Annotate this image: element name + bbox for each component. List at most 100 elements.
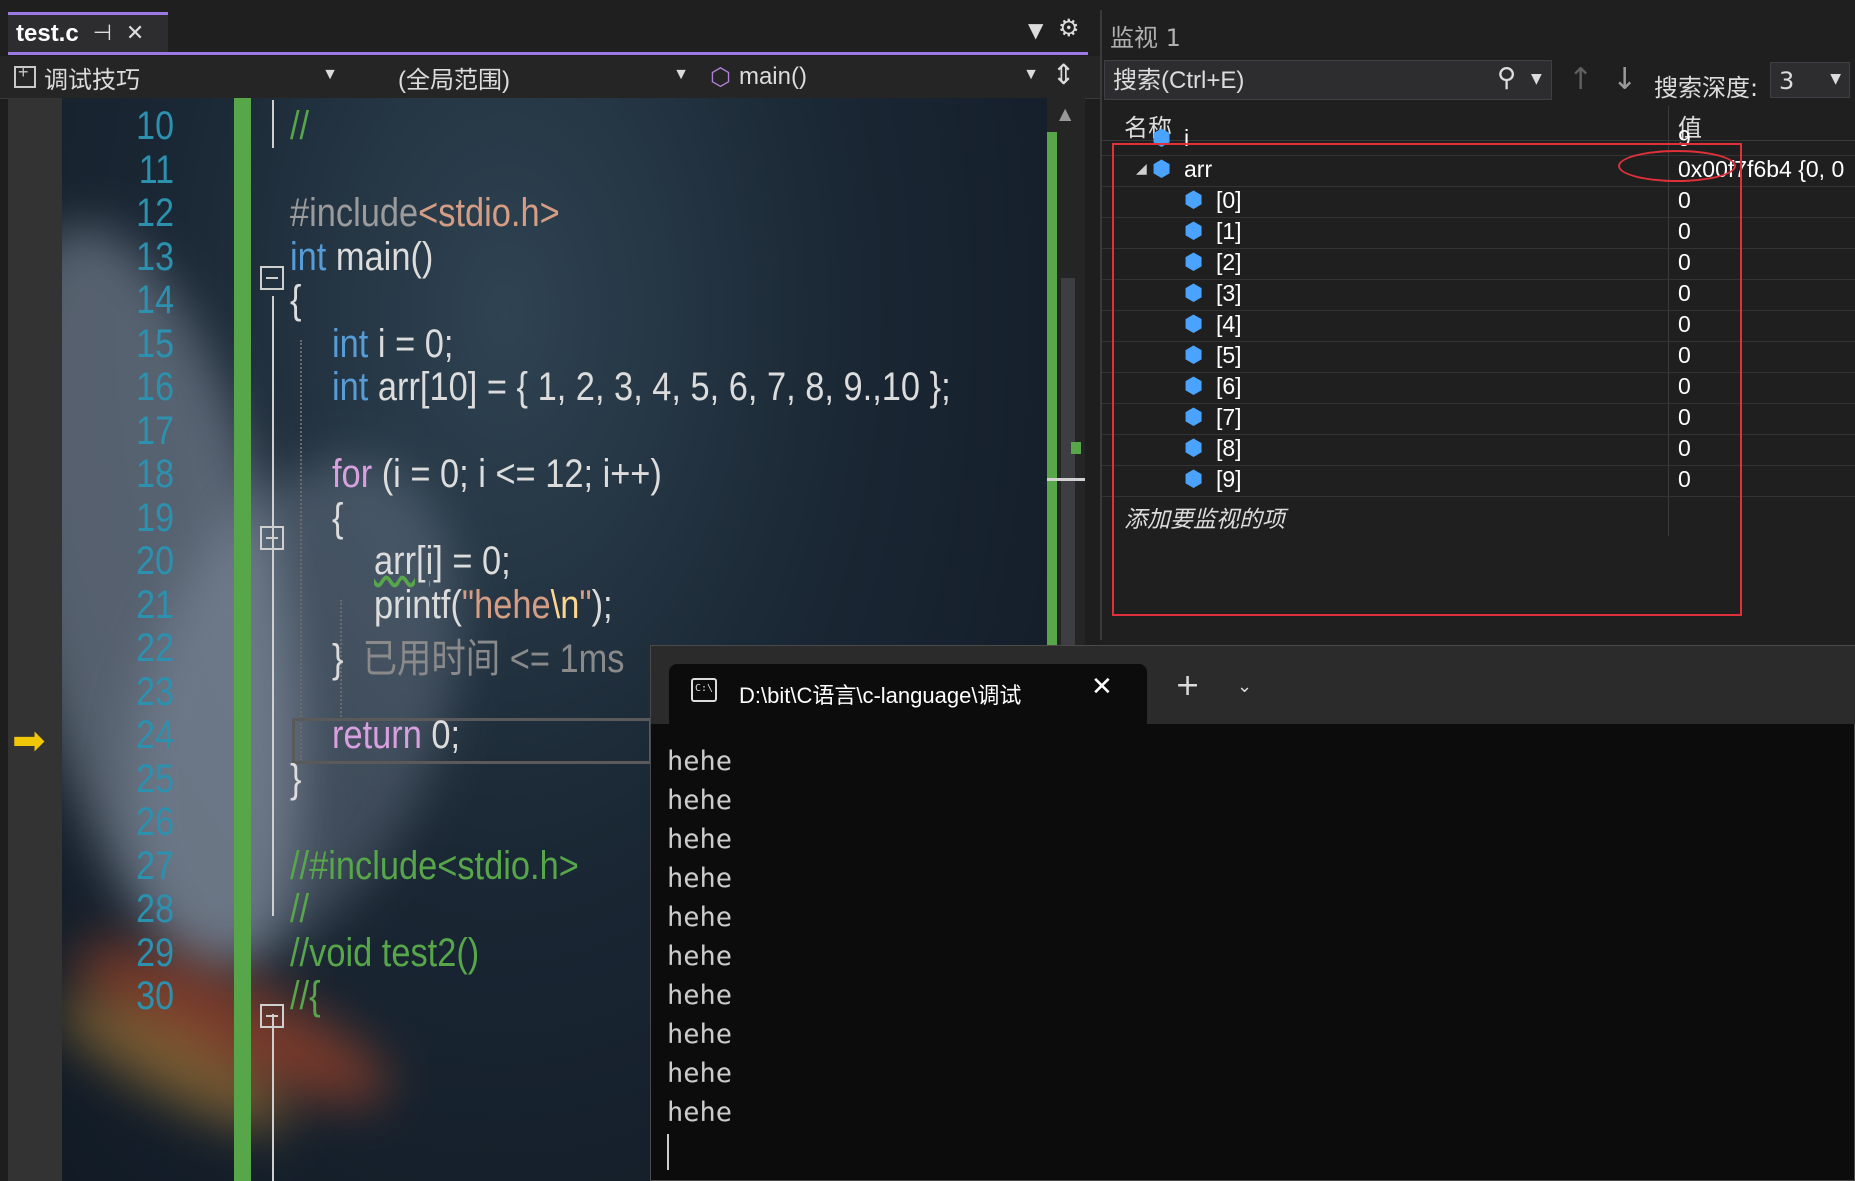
preprocessor: #include <box>290 191 419 235</box>
new-tab-plus-icon[interactable]: + <box>1175 668 1200 703</box>
code-line-16[interactable]: int arr[10] = { 1, 2, 3, 4, 5, 6, 7, 8, … <box>332 365 951 410</box>
search-depth-value: 3 <box>1779 67 1795 95</box>
terminal-line: hehe <box>667 746 733 777</box>
split-editor-icon[interactable]: ⇕ <box>1052 58 1075 91</box>
code-line-20[interactable]: arr[i] = 0; <box>374 539 511 584</box>
code-line-30[interactable]: //{ <box>290 974 321 1019</box>
collapse-main-icon[interactable] <box>260 266 284 290</box>
project-label: 调试技巧 <box>44 66 140 94</box>
code-text: 0; <box>421 713 461 757</box>
keyword: return <box>332 713 422 757</box>
line-number: 27 <box>136 844 174 888</box>
line-number: 22 <box>136 626 174 670</box>
terminal-output[interactable]: hehe hehe hehe hehe hehe hehe hehe hehe … <box>667 742 732 1170</box>
keyword: for <box>332 452 373 496</box>
terminal-titlebar[interactable]: C:\ D:\bit\C语言\c-language\调试 ✕ + ⌄ <box>651 646 1855 724</box>
code-line-18[interactable]: for (i = 0; i <= 12; i++) <box>332 452 662 497</box>
project-dropdown[interactable]: 调试技巧 ▼ <box>14 60 344 94</box>
terminal-line: hehe <box>667 1019 733 1050</box>
pin-icon[interactable]: ⊣ <box>93 21 112 46</box>
header-name: <stdio.h> <box>418 191 560 235</box>
elapsed-time-hint: 已用时间 <= 1ms <box>362 637 625 681</box>
scroll-up-icon[interactable]: ▲ <box>1059 104 1071 123</box>
line-number: 26 <box>136 800 174 844</box>
terminal-line: hehe <box>667 785 733 816</box>
code-line-24[interactable]: return 0; <box>332 713 460 758</box>
line-numbers: 10 11 12 13 14 15 16 17 18 19 20 21 22 2… <box>62 98 182 1181</box>
editor-tab-bar: test.c ⊣ ✕ ▼ ⚙ <box>0 0 1100 54</box>
code-text: ); <box>591 583 613 627</box>
terminal-tab-title: D:\bit\C语言\c-language\调试 <box>739 683 1022 708</box>
code-line-25[interactable]: } <box>290 757 301 802</box>
watch-title[interactable]: 监视 1 <box>1110 18 1181 53</box>
line-number: 19 <box>136 496 174 540</box>
line-number: 23 <box>136 670 174 714</box>
terminal-cursor <box>667 1134 669 1170</box>
scope-dropdown[interactable]: (全局范围) ▼ <box>360 60 695 94</box>
function-label: main() <box>738 63 807 90</box>
tab-label: test.c <box>16 19 79 47</box>
watch-search-input[interactable] <box>1111 63 1465 99</box>
string-literal: "hehe <box>461 583 551 627</box>
terminal-line: hehe <box>667 980 733 1011</box>
escape-sequence: \n <box>550 583 580 627</box>
outline-bracket <box>272 296 274 916</box>
terminal-line: hehe <box>667 1097 733 1128</box>
close-icon[interactable]: ✕ <box>1091 672 1113 702</box>
current-statement-arrow-icon[interactable]: ➡ <box>12 718 46 764</box>
gear-icon[interactable]: ⚙ <box>1058 14 1080 42</box>
collapse-comment-icon[interactable] <box>260 1004 284 1028</box>
line-number: 10 <box>136 104 174 148</box>
glyph-margin[interactable] <box>8 98 62 1181</box>
line-number: 13 <box>136 235 174 279</box>
string-literal: " <box>579 583 592 627</box>
function-dropdown[interactable]: ⬡ main() ▼ <box>710 60 1045 94</box>
chevron-down-icon: ▼ <box>322 66 338 83</box>
tab-list-dropdown-icon[interactable]: ▼ <box>1028 18 1043 42</box>
code-line-28[interactable]: // <box>290 887 309 932</box>
code-line-29[interactable]: //void test2() <box>290 931 479 976</box>
indent-guide <box>300 340 302 760</box>
code-line-21[interactable]: printf("hehe\n"); <box>374 583 613 628</box>
code-text: printf( <box>374 583 462 627</box>
outline-bracket <box>272 1014 274 1181</box>
code-line-10[interactable]: // <box>290 104 309 149</box>
code-line-13[interactable]: int main() <box>290 235 433 280</box>
code-line-19[interactable]: { <box>332 496 343 541</box>
arrow-up-icon[interactable]: ↑ <box>1568 62 1593 97</box>
code-line-15[interactable]: int i = 0; <box>332 322 453 367</box>
arrow-down-icon[interactable]: ↓ <box>1612 62 1637 97</box>
search-icon[interactable]: ⚲ <box>1497 63 1516 93</box>
code-line-22[interactable]: } 已用时间 <= 1ms <box>332 626 624 684</box>
search-depth-select[interactable]: 3 ▼ <box>1770 62 1850 98</box>
line-number: 16 <box>136 365 174 409</box>
line-number: 21 <box>136 583 174 627</box>
tab-test-c[interactable]: test.c ⊣ ✕ <box>8 12 168 52</box>
code-line-12[interactable]: #include<stdio.h> <box>290 191 560 236</box>
annotation-red-box <box>1112 143 1742 616</box>
terminal-line: hehe <box>667 863 733 894</box>
code-text: } <box>332 637 344 681</box>
line-number: 24 <box>136 713 174 757</box>
code-line-27[interactable]: //#include<stdio.h> <box>290 844 579 889</box>
terminal-tab[interactable]: C:\ D:\bit\C语言\c-language\调试 ✕ <box>669 664 1147 724</box>
line-number: 12 <box>136 191 174 235</box>
terminal-line: hehe <box>667 902 733 933</box>
code-line-14[interactable]: { <box>290 278 301 323</box>
watch-search-box[interactable]: ⚲ ▼ <box>1104 60 1552 100</box>
collapse-for-icon[interactable] <box>260 526 284 550</box>
line-number: 14 <box>136 278 174 322</box>
project-icon <box>14 62 36 88</box>
line-number: 28 <box>136 887 174 931</box>
code-text: (i = 0; i <= 12; i++) <box>372 452 662 496</box>
terminal-line: hehe <box>667 824 733 855</box>
code-text: arr[i] <box>374 539 443 583</box>
chevron-down-icon[interactable]: ⌄ <box>1237 676 1252 697</box>
line-number: 11 <box>138 148 174 192</box>
cmd-icon: C:\ <box>691 678 717 702</box>
scroll-marker <box>1071 442 1081 454</box>
chevron-down-icon[interactable]: ▼ <box>1531 71 1542 87</box>
code-text: = 0; <box>442 539 511 583</box>
annotation-red-oval <box>1618 150 1736 182</box>
close-icon[interactable]: ✕ <box>126 21 144 46</box>
